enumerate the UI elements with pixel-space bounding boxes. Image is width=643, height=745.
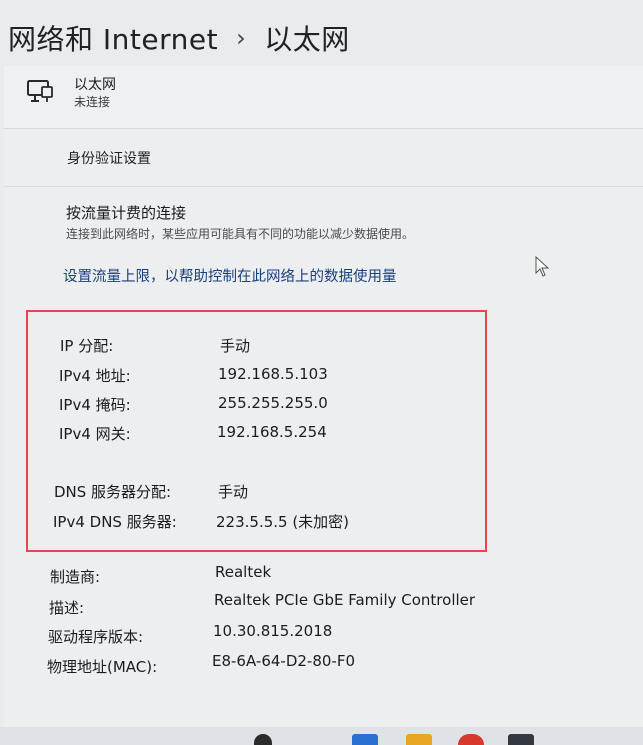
mac-address-value: E8-6A-64-D2-80-F0 — [212, 652, 355, 670]
ipv4-gateway-label: IPv4 网关: — [59, 425, 131, 443]
dns-assignment-value: 手动 — [218, 483, 249, 501]
ipv4-dns-value: 223.5.5.5 (未加密) — [216, 513, 350, 531]
ip-assignment-value: 手动 — [220, 337, 251, 355]
description-value: Realtek PCIe GbE Family Controller — [214, 591, 476, 609]
chrome-icon[interactable] — [458, 734, 484, 745]
breadcrumb-separator: › — [236, 24, 247, 52]
auth-settings-button[interactable]: 身份验证设置 — [67, 148, 151, 168]
ipv4-mask-value: 255.255.255.0 — [218, 394, 328, 412]
data-limit-link[interactable]: 设置流量上限，以帮助控制在此网络上的数据使用量 — [63, 265, 397, 286]
breadcrumb: 网络和 Internet › 以太网 — [8, 18, 350, 58]
dns-assignment-label: DNS 服务器分配: — [54, 483, 172, 501]
divider — [4, 186, 643, 187]
search-taskbar-icon[interactable] — [254, 734, 272, 745]
description-label: 描述: — [49, 599, 85, 617]
driver-version-value: 10.30.815.2018 — [213, 622, 333, 640]
windows-start-icon[interactable] — [352, 734, 378, 745]
manufacturer-value: Realtek — [215, 563, 272, 581]
ipv4-mask-label: IPv4 掩码: — [59, 396, 131, 414]
ethernet-monitor-icon — [27, 80, 53, 102]
taskbar — [0, 727, 643, 745]
mac-address-label: 物理地址(MAC): — [47, 658, 158, 676]
settings-gear-icon[interactable] — [508, 734, 534, 745]
ipv4-address-value: 192.168.5.103 — [218, 365, 328, 383]
ipv4-address-label: IPv4 地址: — [59, 367, 131, 385]
driver-version-label: 驱动程序版本: — [48, 628, 144, 646]
ipv4-dns-label: IPv4 DNS 服务器: — [53, 513, 177, 531]
metered-connection-description: 连接到此网络时，某些应用可能具有不同的功能以减少数据使用。 — [66, 227, 415, 241]
ipv4-gateway-value: 192.168.5.254 — [217, 423, 327, 441]
adapter-status: 未连接 — [74, 95, 111, 109]
breadcrumb-parent[interactable]: 网络和 Internet — [8, 18, 218, 58]
ip-assignment-label: IP 分配: — [60, 337, 114, 355]
page-title: 以太网 — [264, 23, 350, 56]
mouse-cursor-icon — [535, 256, 550, 277]
adapter-card[interactable]: 以太网 未连接 — [4, 66, 643, 129]
metered-connection-title: 按流量计费的连接 — [66, 204, 187, 222]
adapter-name: 以太网 — [74, 77, 116, 93]
manufacturer-label: 制造商: — [50, 568, 101, 586]
file-explorer-icon[interactable] — [406, 734, 432, 745]
